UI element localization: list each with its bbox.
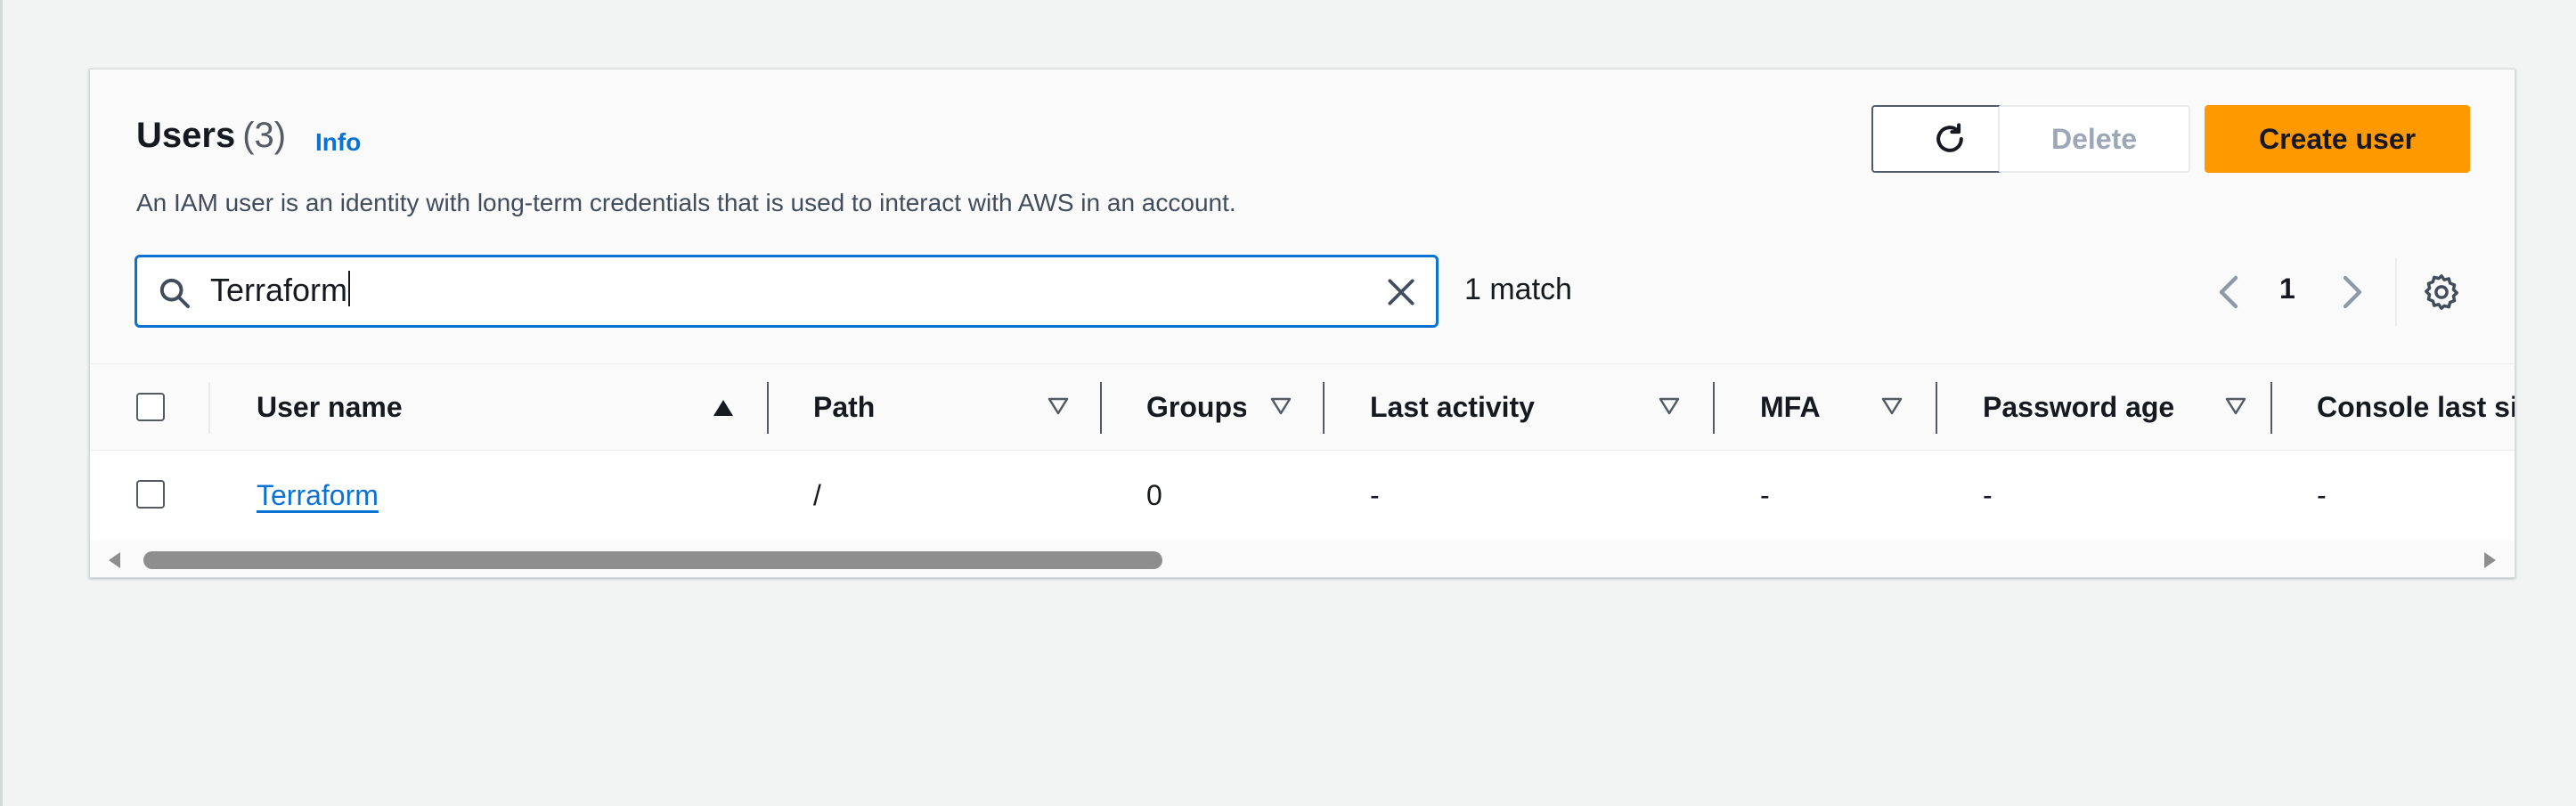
scrollbar-thumb[interactable] <box>143 551 1162 569</box>
sort-icon[interactable] <box>1269 396 1292 416</box>
column-header-groups[interactable]: Groups <box>1146 364 1246 450</box>
create-user-button[interactable]: Create user <box>2205 105 2470 173</box>
sort-icon[interactable] <box>1880 396 1903 416</box>
text-cursor <box>348 271 351 306</box>
column-header-console-last-sign-in[interactable]: Console last sign-in <box>2317 364 2515 450</box>
search-icon <box>159 278 190 308</box>
column-header-user-name[interactable]: User name <box>257 364 524 450</box>
current-page[interactable]: 1 <box>2279 273 2295 305</box>
user-count: (3) <box>242 116 287 155</box>
column-divider <box>1936 382 1937 434</box>
match-count: 1 match <box>1464 273 1572 306</box>
column-divider <box>208 382 210 434</box>
cell-last-activity: - <box>1370 478 1380 511</box>
pagination-divider <box>2395 258 2397 326</box>
cell-mfa: - <box>1760 478 1770 511</box>
sort-icon[interactable] <box>2224 396 2247 416</box>
close-icon[interactable] <box>1384 275 1418 309</box>
table-row: Terraform / 0 - - - - <box>90 451 2515 540</box>
column-divider <box>1100 382 1102 434</box>
info-link[interactable]: Info <box>315 128 361 157</box>
scroll-left-arrow-icon[interactable] <box>106 550 124 570</box>
column-header-last-activity[interactable]: Last activity <box>1370 364 1637 450</box>
sort-ascending-icon[interactable] <box>712 398 735 418</box>
cell-path: / <box>813 478 821 511</box>
chevron-right-icon[interactable] <box>2333 273 2368 312</box>
delete-button[interactable]: Delete <box>1998 105 2190 173</box>
table-header: User name Path Groups Last activity MFA … <box>90 363 2515 451</box>
cell-password-age: - <box>1983 478 1993 511</box>
horizontal-scrollbar[interactable] <box>90 541 2515 577</box>
cell-groups: 0 <box>1146 478 1162 511</box>
column-header-password-age[interactable]: Password age <box>1983 364 2214 450</box>
users-panel: Users (3) Info An IAM user is an identity… <box>89 69 2515 578</box>
gear-icon[interactable] <box>2421 272 2462 313</box>
column-divider <box>1713 382 1715 434</box>
page-title: Users (3) <box>136 116 286 156</box>
page-left-border <box>0 0 3 806</box>
title-text: Users <box>136 116 236 155</box>
chevron-left-icon[interactable] <box>2213 273 2248 312</box>
sort-icon[interactable] <box>1658 396 1681 416</box>
column-divider <box>767 382 769 434</box>
sort-icon[interactable] <box>1047 396 1070 416</box>
user-name-link[interactable]: Terraform <box>257 479 379 512</box>
select-all-checkbox[interactable] <box>136 393 165 421</box>
column-divider <box>1323 382 1325 434</box>
search-value: Terraform <box>210 271 351 309</box>
column-header-path[interactable]: Path <box>813 364 991 450</box>
column-divider <box>2270 382 2272 434</box>
cell-user-name: Terraform <box>257 451 379 540</box>
refresh-icon <box>1936 123 1963 152</box>
search-value-text: Terraform <box>210 272 348 308</box>
cell-console-last-sign-in: - <box>2317 478 2327 511</box>
page-description: An IAM user is an identity with long-ter… <box>136 189 1236 216</box>
search-input[interactable]: Terraform <box>135 255 1439 328</box>
column-header-mfa[interactable]: MFA <box>1760 364 1867 450</box>
scroll-right-arrow-icon[interactable] <box>2481 550 2499 570</box>
row-checkbox[interactable] <box>136 480 165 509</box>
